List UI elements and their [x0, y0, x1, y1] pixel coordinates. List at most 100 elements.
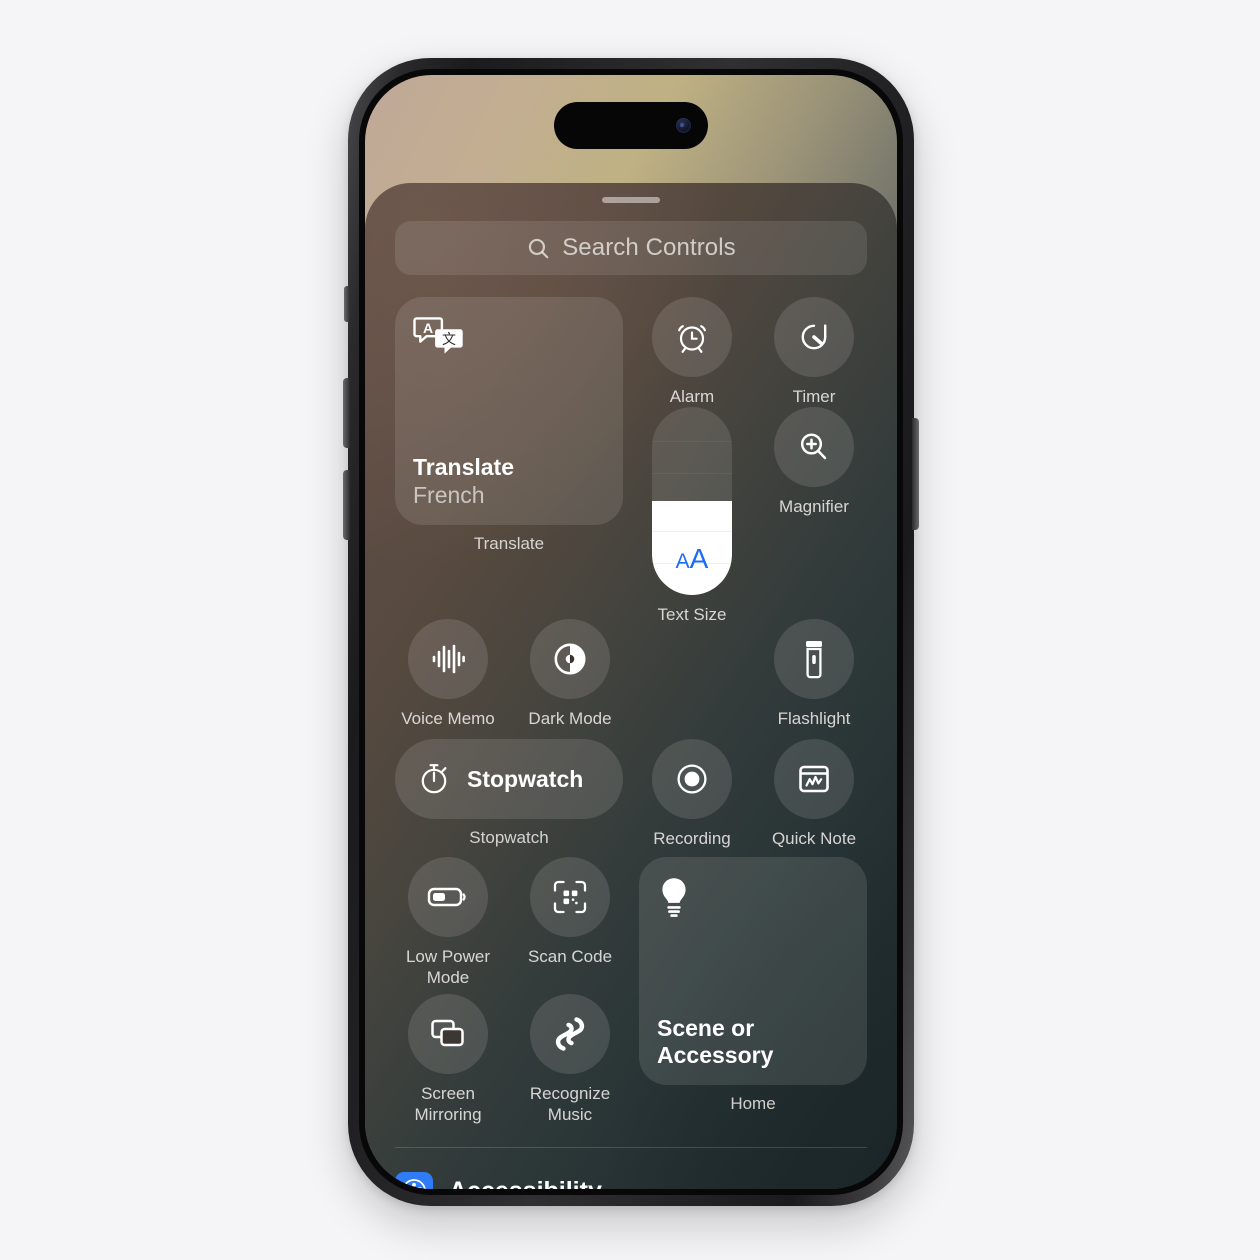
svg-text:文: 文	[442, 332, 456, 348]
home-widget-title-line2: Accessory	[657, 1042, 774, 1068]
search-input[interactable]: Search Controls	[395, 221, 867, 275]
home-scene-widget[interactable]: Scene or Accessory	[639, 857, 867, 1085]
alarm-label: Alarm	[669, 387, 715, 406]
front-camera-icon	[676, 118, 691, 133]
controls-grid-bottom: Low Power Mode Scan Code Scene or Access…	[395, 857, 867, 1125]
control-timer[interactable]: Timer	[761, 297, 867, 407]
screen-mirroring-button[interactable]	[408, 994, 488, 1074]
control-magnifier[interactable]: Magnifier	[761, 407, 867, 625]
translate-widget[interactable]: A 文 Translate French	[395, 297, 623, 525]
search-placeholder-text: Search Controls	[562, 234, 736, 261]
translate-widget-title: Translate	[413, 454, 514, 480]
controls-grid-mid: Voice Memo Dark Mode Flashlight	[395, 619, 867, 729]
svg-text:A: A	[423, 320, 433, 336]
stopwatch-icon	[415, 760, 453, 798]
section-divider	[395, 1147, 867, 1148]
search-icon	[526, 236, 551, 261]
stopwatch-button[interactable]: Stopwatch	[395, 739, 623, 819]
scan-code-label: Scan Code	[527, 947, 613, 966]
dark-mode-label: Dark Mode	[528, 709, 612, 728]
phone-bezel: Search Controls A 文 Translate French Tra…	[359, 69, 903, 1195]
flashlight-label: Flashlight	[777, 709, 851, 728]
translate-widget-cell: A 文 Translate French Translate	[395, 297, 623, 625]
magnifier-label: Magnifier	[779, 497, 849, 516]
timer-button[interactable]	[774, 297, 854, 377]
control-flashlight[interactable]: Flashlight	[761, 619, 867, 729]
shazam-icon	[550, 1013, 590, 1055]
timer-icon	[794, 317, 834, 357]
volume-up-button[interactable]	[343, 378, 350, 448]
recording-label: Recording	[653, 829, 731, 848]
stopwatch-caption: Stopwatch	[469, 828, 549, 847]
control-stopwatch[interactable]: Stopwatch Stopwatch	[395, 739, 623, 849]
low-power-mode-button[interactable]	[408, 857, 488, 937]
control-quick-note[interactable]: Quick Note	[761, 739, 867, 849]
home-widget-title-line1: Scene or	[657, 1015, 755, 1041]
phone-frame: Search Controls A 文 Translate French Tra…	[343, 58, 919, 1206]
timer-label: Timer	[792, 387, 836, 406]
controls-grid-top: A 文 Translate French Translate Alarm Tim…	[395, 297, 867, 625]
recording-button[interactable]	[652, 739, 732, 819]
translate-icon: A 文	[413, 315, 605, 359]
recognize-music-button[interactable]	[530, 994, 610, 1074]
control-recognize-music[interactable]: Recognize Music	[517, 994, 623, 1125]
slider-tick	[652, 563, 732, 564]
accessibility-app-icon	[395, 1172, 433, 1189]
home-widget-caption: Home	[730, 1094, 776, 1113]
dark-mode-circle-icon	[550, 639, 590, 679]
quick-note-icon	[795, 760, 833, 798]
control-dark-mode[interactable]: Dark Mode	[517, 619, 623, 729]
text-size-spacer	[639, 619, 745, 729]
phone-screen: Search Controls A 文 Translate French Tra…	[365, 75, 897, 1189]
control-scan-code[interactable]: Scan Code	[517, 857, 623, 988]
slider-tick	[652, 531, 732, 532]
quick-note-label: Quick Note	[771, 829, 857, 848]
power-button[interactable]	[912, 418, 919, 530]
battery-icon	[427, 884, 469, 910]
quick-note-button[interactable]	[774, 739, 854, 819]
alarm-clock-icon	[672, 317, 712, 357]
control-low-power-mode[interactable]: Low Power Mode	[395, 857, 501, 988]
lightbulb-icon	[657, 875, 849, 921]
slider-tick	[652, 473, 732, 474]
control-text-size[interactable]: AA Text Size	[639, 407, 745, 625]
low-power-mode-label: Low Power Mode	[405, 947, 491, 987]
mute-switch-button[interactable]	[344, 286, 350, 322]
flashlight-button[interactable]	[774, 619, 854, 699]
accessibility-section-label: Accessibility	[449, 1177, 602, 1190]
text-size-slider-fill: AA	[652, 501, 732, 595]
home-widget-cell: Scene or Accessory Home	[639, 857, 867, 1125]
scan-code-button[interactable]	[530, 857, 610, 937]
volume-down-button[interactable]	[343, 470, 350, 540]
text-size-aa-small: A	[675, 550, 690, 573]
alarm-button[interactable]	[652, 297, 732, 377]
control-voice-memo[interactable]: Voice Memo	[395, 619, 501, 729]
accessibility-section-header[interactable]: Accessibility	[395, 1172, 867, 1189]
translate-widget-caption: Translate	[473, 534, 545, 553]
screen-mirroring-icon	[428, 1016, 468, 1052]
magnifier-icon	[795, 428, 833, 466]
controls-grid-stopwatch: Stopwatch Stopwatch Recording Quick Note	[395, 739, 867, 849]
flashlight-icon	[801, 638, 827, 680]
dynamic-island	[554, 102, 708, 149]
magnifier-button[interactable]	[774, 407, 854, 487]
voice-memo-label: Voice Memo	[401, 709, 495, 728]
translate-widget-subtitle: French	[413, 482, 485, 508]
stopwatch-pill-label: Stopwatch	[467, 765, 584, 792]
control-center-sheet: Search Controls A 文 Translate French Tra…	[365, 183, 897, 1189]
control-alarm[interactable]: Alarm	[639, 297, 745, 407]
qr-scan-icon	[551, 878, 589, 916]
control-screen-mirroring[interactable]: Screen Mirroring	[395, 994, 501, 1125]
screen-record-icon	[672, 759, 712, 799]
voice-memo-button[interactable]	[408, 619, 488, 699]
waveform-icon	[428, 642, 468, 676]
recognize-music-label: Recognize Music	[529, 1084, 611, 1124]
dark-mode-button[interactable]	[530, 619, 610, 699]
text-size-aa-icon: AA	[676, 545, 709, 573]
text-size-aa-big: A	[689, 543, 709, 574]
screen-mirroring-label: Screen Mirroring	[414, 1084, 482, 1124]
control-recording[interactable]: Recording	[639, 739, 745, 849]
text-size-slider[interactable]: AA	[652, 407, 732, 595]
sheet-grabber-handle[interactable]	[602, 197, 660, 203]
slider-tick	[652, 441, 732, 442]
